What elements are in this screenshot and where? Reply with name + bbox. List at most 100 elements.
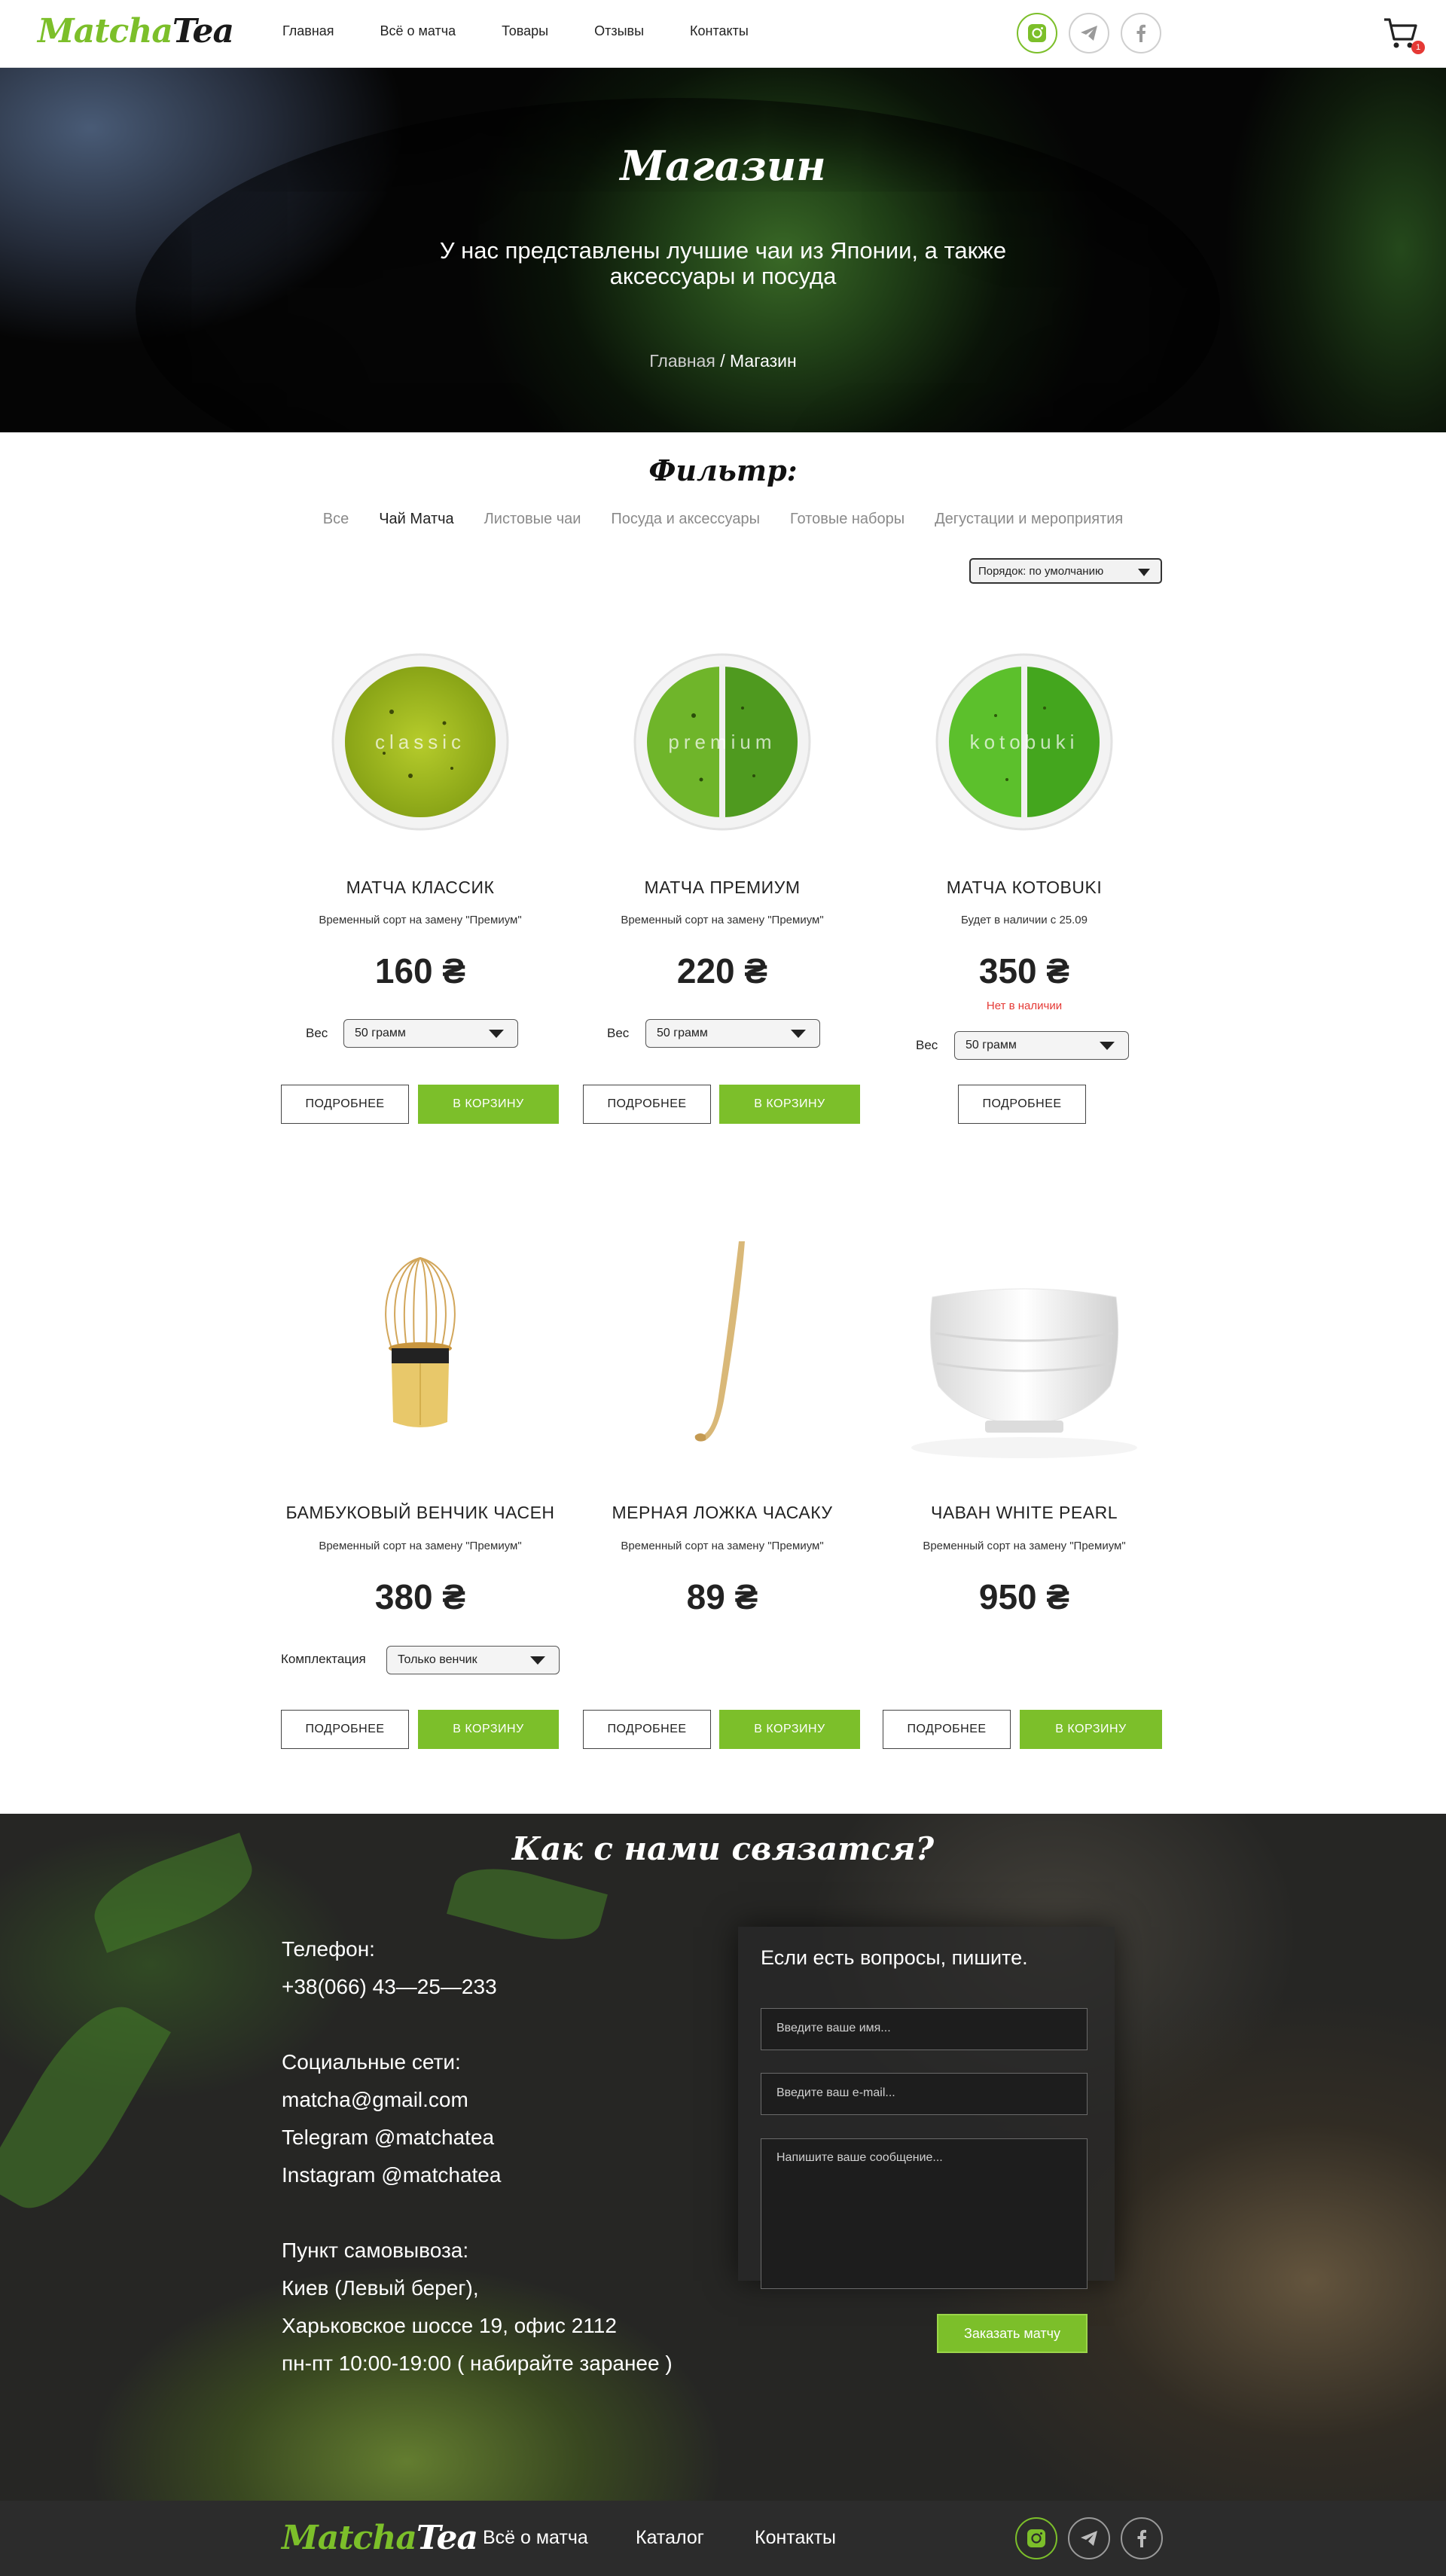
name-input[interactable]: Введите ваше имя... — [761, 2008, 1088, 2050]
facebook-icon — [1137, 2529, 1146, 2547]
product-price: 950 ₴ — [978, 1577, 1070, 1616]
nav-home[interactable]: Главная — [282, 23, 334, 39]
contact-telegram[interactable]: Telegram @matchatea — [282, 2126, 494, 2150]
product-name[interactable]: БАМБУКОВЫЙ ВЕНЧИК ЧАСЕН — [279, 1503, 562, 1523]
product-price: 350 ₴ — [978, 951, 1070, 990]
email-input[interactable]: Введите ваш e-mail... — [761, 2073, 1088, 2115]
weight-select-value: 50 грамм — [355, 1027, 406, 1039]
footer-logo[interactable]: MatchaTea — [282, 2519, 478, 2557]
filter-tab-leaf-tea[interactable]: Листовые чаи — [484, 511, 581, 528]
weight-select-value: 50 грамм — [657, 1027, 708, 1039]
add-to-cart-button[interactable]: В КОРЗИНУ — [418, 1085, 559, 1124]
more-button[interactable]: ПОДРОБНЕЕ — [281, 1710, 409, 1749]
product-image-scoop — [694, 1241, 745, 1442]
weight-select[interactable]: 50 грамм — [645, 1019, 820, 1048]
contact-email[interactable]: matcha@gmail.com — [282, 2088, 468, 2112]
more-button[interactable]: ПОДРОБНЕЕ — [583, 1085, 711, 1124]
contact-form: Если есть вопросы, пишите. Введите ваше … — [738, 1927, 1115, 2289]
product-image-label: kotobuki — [970, 731, 1079, 753]
breadcrumb: Главная / Магазин — [0, 351, 1446, 371]
product-image-label: classic — [375, 731, 465, 753]
footer-nav-contacts[interactable]: Контакты — [755, 2527, 836, 2549]
chevron-down-icon — [1100, 1042, 1115, 1050]
product-price: 380 ₴ — [374, 1577, 466, 1616]
product-image-label: premium — [668, 731, 776, 753]
logo-matcha: Matcha — [38, 12, 173, 50]
footer-telegram-link[interactable] — [1068, 2517, 1110, 2559]
nav-products[interactable]: Товары — [502, 23, 548, 39]
option-label: Вес — [916, 1038, 938, 1052]
add-to-cart-button[interactable]: В КОРЗИНУ — [418, 1710, 559, 1749]
weight-select[interactable]: 50 грамм — [343, 1019, 518, 1048]
telegram-icon — [1081, 2531, 1097, 2546]
product-name[interactable]: МАТЧА КОТОBUKI — [883, 877, 1166, 898]
filter-tab-all[interactable]: Все — [323, 511, 349, 528]
more-button[interactable]: ПОДРОБНЕЕ — [281, 1085, 409, 1124]
pickup-city: Киев (Левый берег), — [282, 2276, 479, 2300]
contact-title: Как с нами связатся? — [511, 1830, 935, 1867]
footer-nav-catalog[interactable]: Каталог — [636, 2527, 704, 2549]
leaf-decoration — [0, 1987, 171, 2228]
site-header: MatchaTea Главная Всё о матча Товары Отз… — [0, 0, 1446, 68]
instagram-link[interactable] — [1017, 13, 1057, 53]
chevron-down-icon — [530, 1656, 545, 1665]
facebook-link[interactable] — [1121, 13, 1161, 53]
filter-tab-accessories[interactable]: Посуда и аксессуары — [611, 511, 760, 528]
cart-count-badge: 1 — [1411, 41, 1425, 54]
product-image-kotobuki: kotobuki — [935, 653, 1113, 831]
product-price: 220 ₴ — [676, 951, 768, 990]
add-to-cart-button[interactable]: В КОРЗИНУ — [719, 1710, 860, 1749]
phone-number[interactable]: +38(066) 43—25—233 — [282, 1975, 497, 1999]
filter-tab-matcha[interactable]: Чай Матча — [379, 511, 453, 528]
option-label: Комплектация — [281, 1652, 366, 1666]
more-button[interactable]: ПОДРОБНЕЕ — [958, 1085, 1086, 1124]
footer-logo-tea: Tea — [416, 2519, 478, 2557]
telegram-link[interactable] — [1069, 13, 1109, 53]
footer-logo-matcha: Matcha — [282, 2519, 417, 2557]
out-of-stock-label: Нет в наличии — [986, 1000, 1063, 1012]
footer-nav-about[interactable]: Всё о матча — [483, 2527, 588, 2549]
phone-label: Телефон: — [282, 1937, 375, 1961]
nav-reviews[interactable]: Отзывы — [594, 23, 644, 39]
product-image-whisk — [385, 1257, 456, 1427]
breadcrumb-home[interactable]: Главная — [649, 351, 715, 371]
more-button[interactable]: ПОДРОБНЕЕ — [583, 1710, 711, 1749]
telegram-icon — [1081, 26, 1097, 41]
option-label: Вес — [607, 1026, 630, 1040]
cart-button[interactable]: 1 — [1383, 17, 1425, 54]
hero-subtitle-line2: аксессуары и посуда — [609, 263, 837, 289]
social-label: Социальные сети: — [282, 2050, 461, 2074]
product-name[interactable]: МАТЧА ПРЕМИУМ — [581, 877, 864, 898]
hero-subtitle-line1: У нас представлены лучшие чаи из Японии,… — [439, 237, 1007, 264]
set-select[interactable]: Только венчик — [386, 1646, 560, 1674]
product-card-classic: classic МАТЧА КЛАССИК Временный сорт на … — [279, 625, 562, 1130]
chevron-down-icon — [1138, 569, 1150, 576]
chevron-down-icon — [489, 1030, 504, 1038]
pickup-hours: пн-пт 10:00-19:00 ( набирайте заранее ) — [282, 2352, 673, 2375]
product-name[interactable]: МЕРНАЯ ЛОЖКА ЧАСАКУ — [581, 1503, 864, 1523]
product-card-premium: premium МАТЧА ПРЕМИУМ Временный сорт на … — [581, 625, 864, 1130]
nav-about-matcha[interactable]: Всё о матча — [380, 23, 456, 39]
more-button[interactable]: ПОДРОБНЕЕ — [883, 1710, 1011, 1749]
add-to-cart-button[interactable]: В КОРЗИНУ — [1020, 1710, 1162, 1749]
sort-select[interactable]: Порядок: по умолчанию — [969, 558, 1162, 584]
product-desc: Временный сорт на замену "Премиум" — [923, 1540, 1126, 1552]
contact-section: Как с нами связатся? Телефон: +38(066) 4… — [0, 1814, 1446, 2501]
product-name[interactable]: ЧАВАН WHITE PEARL — [883, 1503, 1166, 1523]
product-name[interactable]: МАТЧА КЛАССИК — [279, 877, 562, 898]
footer-facebook-link[interactable] — [1121, 2517, 1163, 2559]
hero-subtitle: У нас представлены лучшие чаи из Японии,… — [407, 238, 1039, 289]
filter-tab-sets[interactable]: Готовые наборы — [790, 511, 905, 528]
filter-tab-events[interactable]: Дегустации и мероприятия — [935, 511, 1123, 528]
add-to-cart-button[interactable]: В КОРЗИНУ — [719, 1085, 860, 1124]
contact-instagram[interactable]: Instagram @matchatea — [282, 2163, 501, 2187]
footer-instagram-link[interactable] — [1015, 2517, 1057, 2559]
order-matcha-button[interactable]: Заказать матчу — [937, 2314, 1088, 2353]
filter-title: Фильтр: — [648, 453, 798, 487]
product-price: 89 ₴ — [686, 1577, 758, 1616]
logo[interactable]: MatchaTea — [38, 12, 234, 50]
weight-select[interactable]: 50 грамм — [954, 1031, 1129, 1060]
pickup-address: Харьковское шоссе 19, офис 2112 — [282, 2314, 617, 2337]
message-textarea[interactable]: Напишите ваше сообщение... — [761, 2138, 1088, 2289]
nav-contacts[interactable]: Контакты — [690, 23, 749, 39]
